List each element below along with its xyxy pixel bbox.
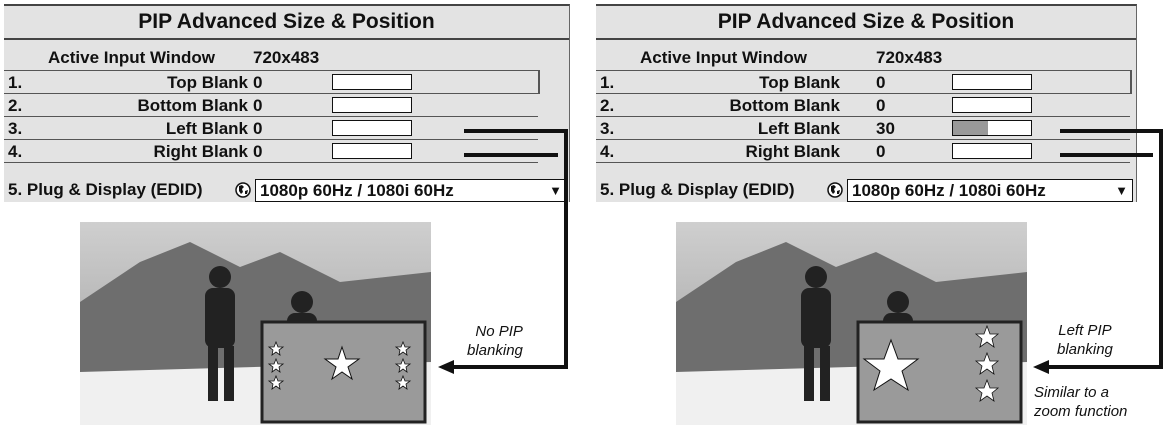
annotation-zoom-function: Similar to a zoom function xyxy=(1034,383,1127,421)
annotation-no-pip-blanking: No PIP blanking xyxy=(467,322,523,360)
annotation-line: zoom function xyxy=(1034,403,1128,420)
annotation-line: blanking xyxy=(467,342,523,359)
annotation-left-pip-blanking: Left PIP blanking xyxy=(1057,321,1113,359)
annotation-line: blanking xyxy=(1057,341,1113,358)
annotation-line: Similar to a xyxy=(1034,384,1110,401)
annotation-line: Left PIP xyxy=(1058,322,1112,339)
callout-connectors xyxy=(438,129,1163,374)
annotation-line: No PIP xyxy=(475,323,523,340)
